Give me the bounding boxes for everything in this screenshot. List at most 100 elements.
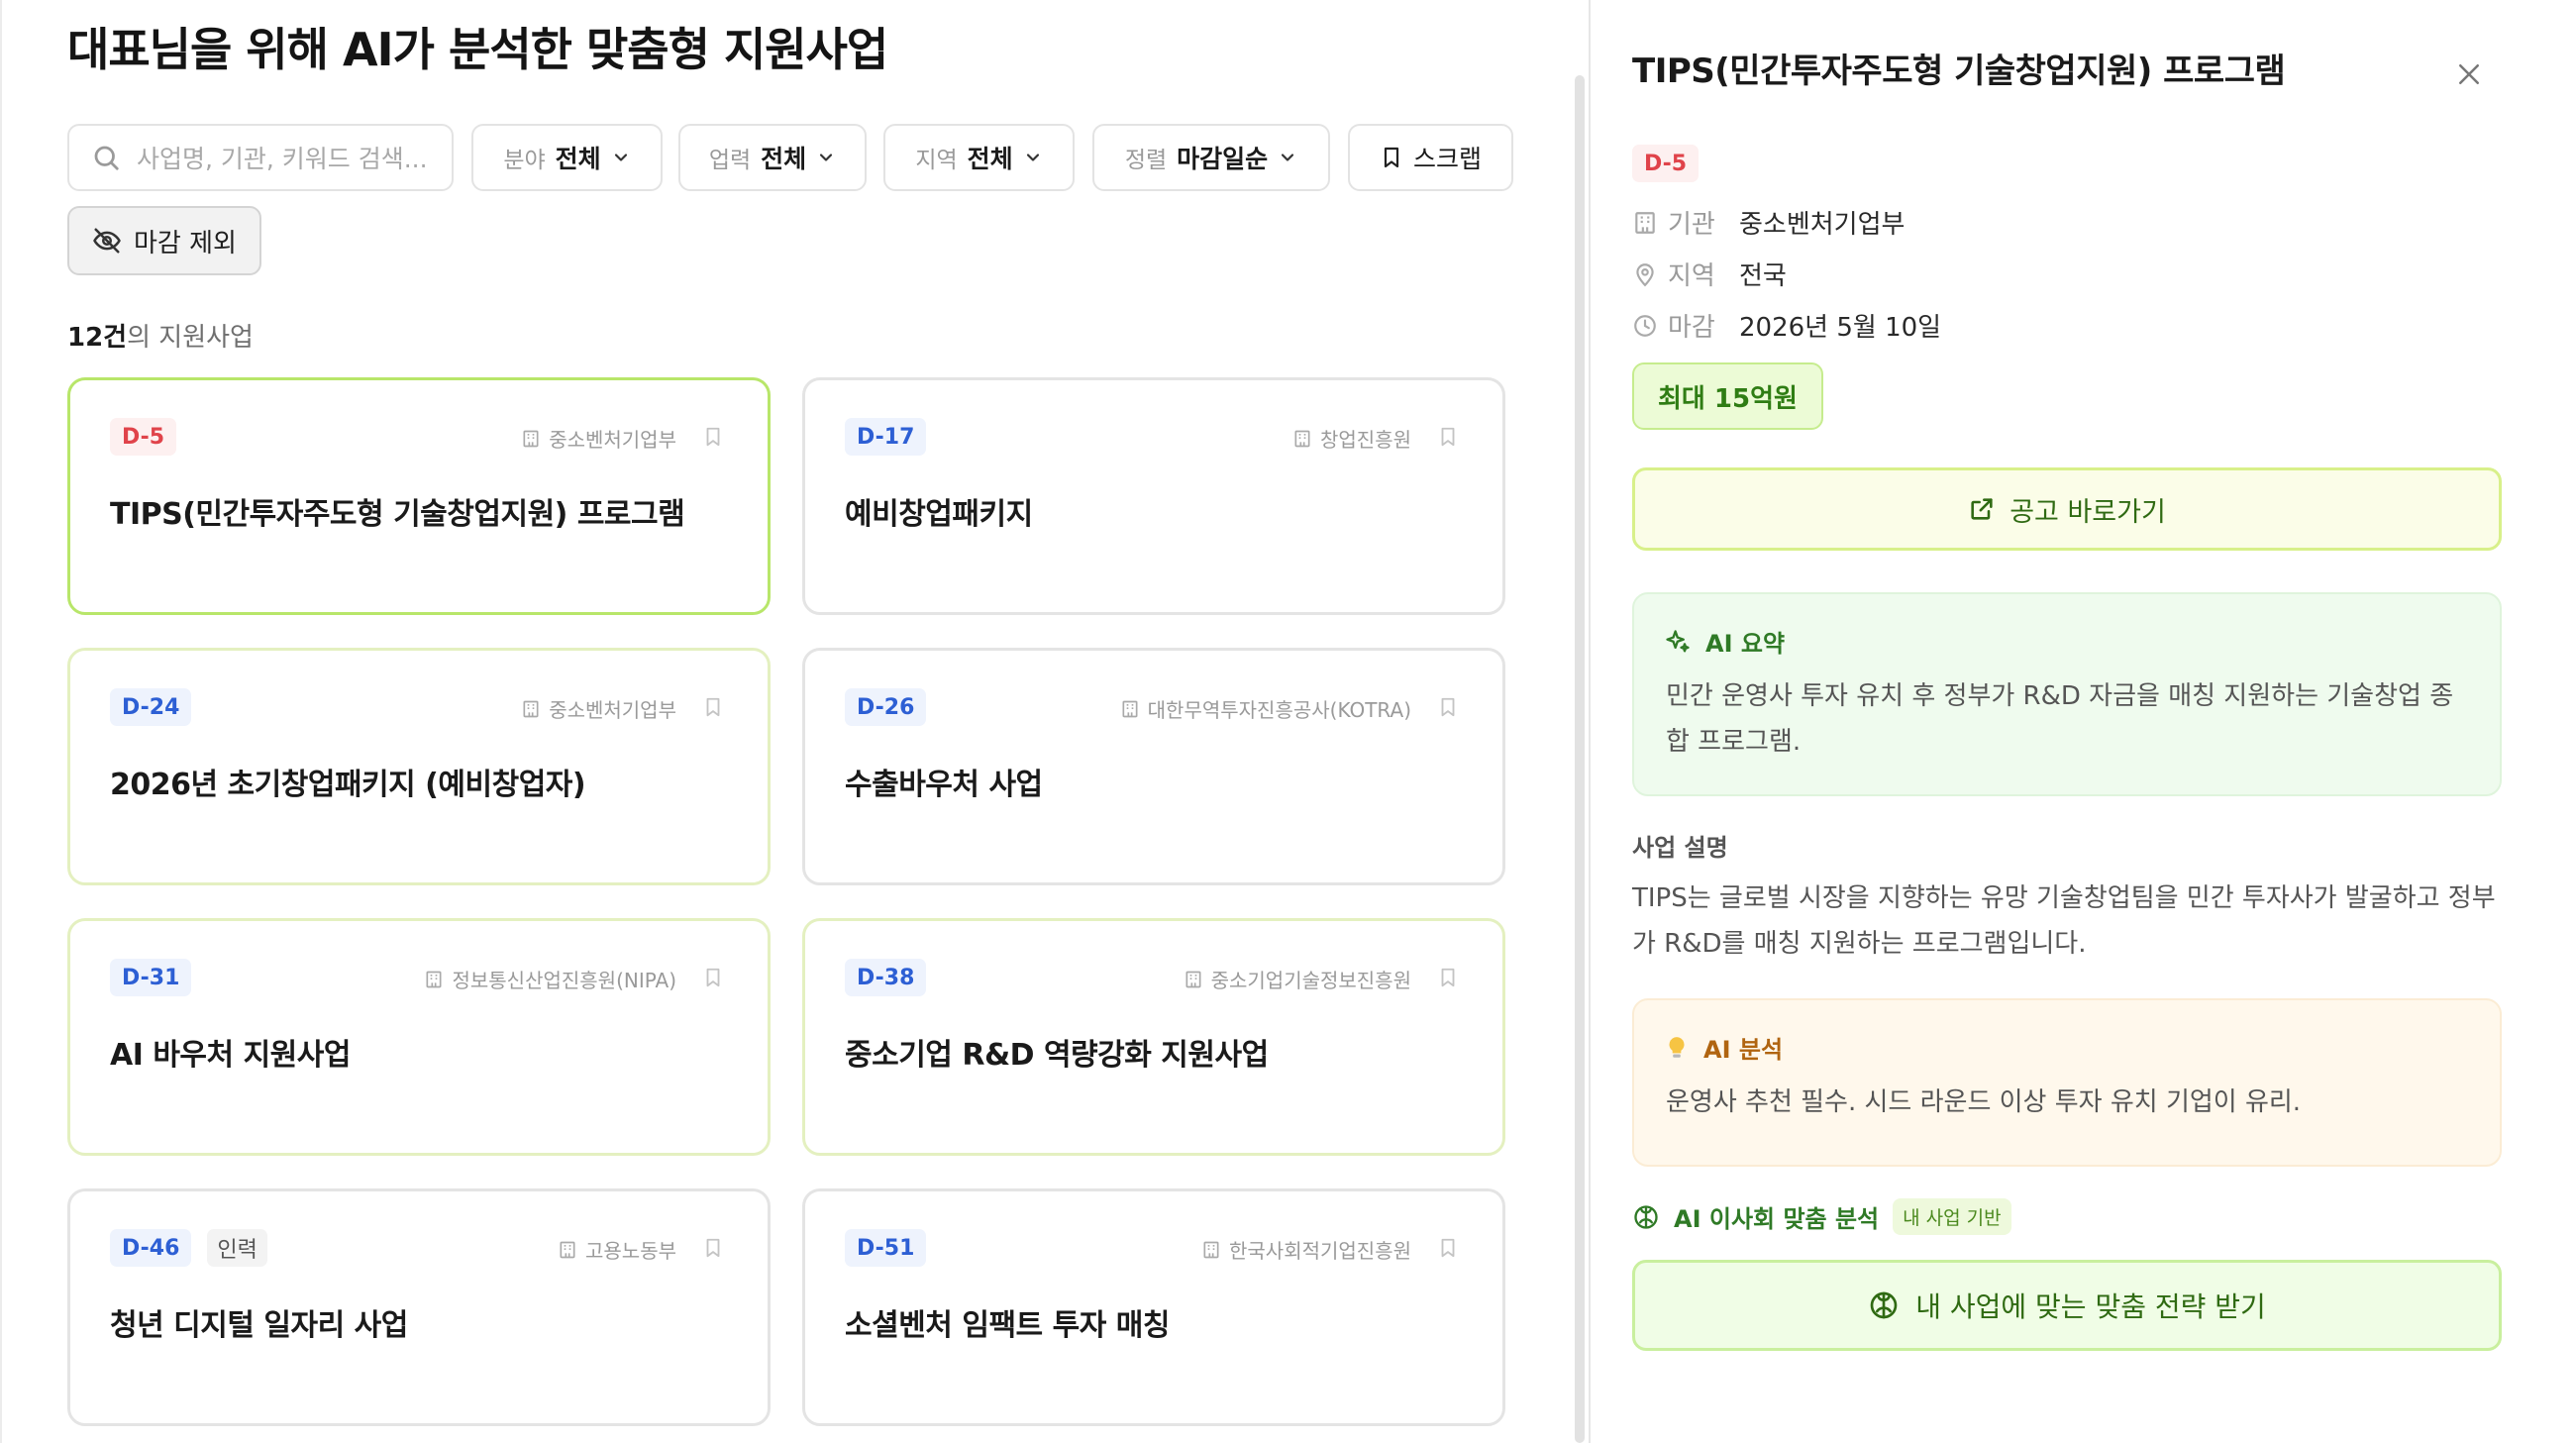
card-title: 소셜벤처 임팩트 투자 매칭 [845, 1308, 1170, 1343]
bookmark-icon[interactable] [1437, 694, 1459, 720]
card-org: 한국사회적기업진흥원 [1201, 1235, 1411, 1264]
exclude-closed-toggle[interactable]: 마감 제외 [67, 206, 261, 275]
chevron-down-icon [816, 148, 836, 167]
bookmark-icon[interactable] [702, 694, 724, 720]
deadline-label: 마감 [1668, 313, 1715, 343]
card-org-name: 중소벤처기업부 [549, 428, 676, 452]
result-count: 12건의 지원사업 [67, 317, 254, 354]
ai-summary-box: AI 요약 민간 운영사 투자 유치 후 정부가 R&D 자금을 매칭 지원하는… [1632, 592, 2502, 796]
bookmark-icon[interactable] [1437, 1235, 1459, 1261]
program-card[interactable]: D-46 인력 고용노동부 청년 디지털 일자리 사업 [67, 1188, 771, 1426]
card-org: 고용노동부 [558, 1235, 676, 1264]
program-card[interactable]: D-51 한국사회적기업진흥원 소셜벤처 임팩트 투자 매칭 [802, 1188, 1505, 1426]
bookmark-icon[interactable] [1437, 965, 1459, 990]
program-card[interactable]: D-38 중소기업기술정보진흥원 중소기업 R&D 역량강화 지원사업 [802, 918, 1505, 1156]
deadline-value: 2026년 5월 10일 [1739, 313, 1942, 343]
agency-value: 중소벤처기업부 [1739, 210, 1906, 240]
filter-career-dropdown[interactable]: 업력 전체 [678, 124, 867, 191]
strategy-label: 내 사업에 맞는 맞춤 전략 받기 [1915, 1290, 2266, 1323]
dday-badge: D-31 [110, 959, 192, 996]
sort-label: 정렬 [1124, 148, 1168, 173]
card-org: 대한무역투자진흥공사(KOTRA) [1120, 694, 1411, 723]
program-card[interactable]: D-31 정보통신산업진흥원(NIPA) AI 바우처 지원사업 [67, 918, 771, 1156]
ai-board-heading: AI 이사회 맞춤 분석 [1674, 1205, 1880, 1233]
lightbulb-icon [1664, 1033, 1690, 1063]
card-org-name: 한국사회적기업진흥원 [1229, 1239, 1411, 1263]
bookmark-icon[interactable] [702, 965, 724, 990]
card-org: 중소기업기술정보진흥원 [1184, 965, 1411, 993]
region-label: 지역 [1668, 261, 1715, 291]
bookmark-icon [1380, 145, 1403, 170]
sort-value: 마감일순 [1177, 145, 1269, 173]
filter-field-value: 전체 [555, 145, 601, 173]
result-count-number: 12건 [67, 323, 128, 353]
card-org-name: 중소벤처기업부 [549, 698, 676, 722]
building-icon [558, 1240, 577, 1260]
building-icon [424, 970, 444, 989]
search-placeholder: 사업명, 기관, 키워드 검색... [137, 145, 428, 173]
goto-announcement-button[interactable]: 공고 바로가기 [1632, 467, 2502, 551]
chevron-down-icon [611, 148, 631, 167]
filter-region-dropdown[interactable]: 지역 전체 [883, 124, 1075, 191]
ai-analysis-heading: AI 분석 [1703, 1036, 1784, 1064]
filter-bar: 사업명, 기관, 키워드 검색... 분야 전체 업력 전체 지역 전체 정렬 … [67, 124, 1513, 193]
ai-summary-text: 민간 운영사 투자 유치 후 정부가 R&D 자금을 매칭 지원하는 기술창업 … [1666, 681, 2454, 757]
category-tag: 인력 [207, 1229, 267, 1267]
agency-label: 기관 [1668, 210, 1715, 240]
filter-career-label: 업력 [708, 148, 752, 173]
close-icon[interactable] [2454, 59, 2484, 89]
building-icon [1632, 210, 1662, 236]
clock-icon [1632, 313, 1662, 339]
filter-region-label: 지역 [915, 148, 958, 173]
detail-dday-badge: D-5 [1632, 145, 1700, 182]
building-icon [1184, 970, 1203, 989]
list-scrollbar[interactable] [1575, 75, 1585, 1443]
building-icon [1201, 1240, 1221, 1260]
ai-summary-heading: AI 요약 [1705, 630, 1786, 658]
ai-board-analysis-header: AI 이사회 맞춤 분석 내 사업 기반 [1632, 1198, 2011, 1235]
building-icon [521, 699, 541, 719]
scrap-filter-button[interactable]: 스크랩 [1348, 124, 1513, 191]
detail-agency: 기관 중소벤처기업부 [1632, 204, 1905, 241]
bookmark-icon[interactable] [702, 424, 724, 450]
detail-deadline: 마감 2026년 5월 10일 [1632, 307, 1941, 344]
card-title: TIPS(민간투자주도형 기술창업지원) 프로그램 [110, 497, 685, 532]
ai-analysis-text: 운영사 추천 필수. 시드 라운드 이상 투자 유치 기업이 유리. [1666, 1087, 2302, 1117]
dday-badge: D-38 [845, 959, 927, 996]
card-org-name: 중소기업기술정보진흥원 [1210, 969, 1411, 992]
filter-field-dropdown[interactable]: 분야 전체 [471, 124, 663, 191]
card-title: AI 바우처 지원사업 [110, 1038, 351, 1073]
brain-icon [1868, 1289, 1900, 1321]
card-title: 중소기업 R&D 역량강화 지원사업 [845, 1038, 1269, 1073]
search-icon [91, 143, 121, 172]
card-org: 정보통신산업진흥원(NIPA) [424, 965, 676, 993]
search-input[interactable]: 사업명, 기관, 키워드 검색... [67, 124, 454, 191]
dday-badge: D-24 [110, 688, 192, 726]
card-org-name: 고용노동부 [585, 1239, 676, 1263]
card-org: 중소벤처기업부 [521, 424, 676, 453]
sort-dropdown[interactable]: 정렬 마감일순 [1092, 124, 1330, 191]
result-count-suffix: 의 지원사업 [127, 323, 254, 353]
program-card[interactable]: D-24 중소벤처기업부 2026년 초기창업패키지 (예비창업자) [67, 648, 771, 885]
card-title: 청년 디지털 일자리 사업 [110, 1308, 408, 1343]
description-text: TIPS는 글로벌 시장을 지향하는 유망 기술창업팀을 민간 투자사가 발굴하… [1632, 883, 2496, 959]
ai-analysis-box: AI 분석 운영사 추천 필수. 시드 라운드 이상 투자 유치 기업이 유리. [1632, 998, 2502, 1167]
program-card[interactable]: D-17 창업진흥원 예비창업패키지 [802, 377, 1505, 615]
building-icon [521, 429, 541, 449]
funding-amount-badge: 최대 15억원 [1632, 362, 1823, 430]
bookmark-icon[interactable] [1437, 424, 1459, 450]
get-strategy-button[interactable]: 내 사업에 맞는 맞춤 전략 받기 [1632, 1260, 2502, 1351]
dday-badge: D-17 [845, 418, 927, 456]
ai-board-badge: 내 사업 기반 [1893, 1198, 2011, 1235]
dday-badge: D-46 [110, 1229, 192, 1267]
bookmark-icon[interactable] [702, 1235, 724, 1261]
card-title: 수출바우처 사업 [845, 768, 1043, 802]
program-card[interactable]: D-26 대한무역투자진흥공사(KOTRA) 수출바우처 사업 [802, 648, 1505, 885]
program-card[interactable]: D-5 중소벤처기업부 TIPS(민간투자주도형 기술창업지원) 프로그램 [67, 377, 771, 615]
brain-icon [1632, 1203, 1660, 1231]
filter-career-value: 전체 [761, 145, 807, 173]
goto-label: 공고 바로가기 [2009, 496, 2166, 528]
filter-field-label: 분야 [503, 148, 546, 173]
filter-region-value: 전체 [967, 145, 1013, 173]
dday-badge: D-26 [845, 688, 927, 726]
